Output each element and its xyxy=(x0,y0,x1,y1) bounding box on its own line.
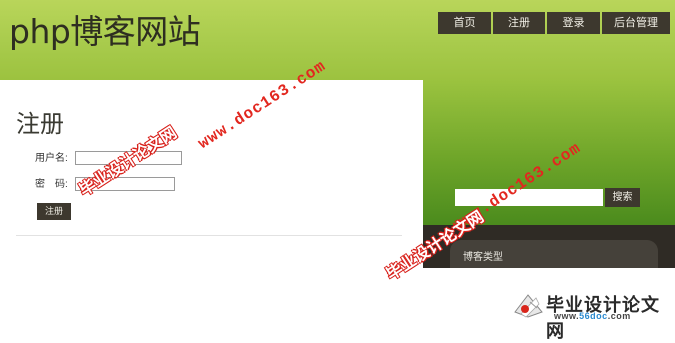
site-logo: 毕业设计论文网 www.56doc.com xyxy=(510,290,670,342)
divider xyxy=(16,235,402,236)
logo-icon xyxy=(514,294,543,318)
logo-url-suffix: .com xyxy=(607,311,631,321)
search-input[interactable] xyxy=(455,189,603,206)
search-button[interactable]: 搜索 xyxy=(605,188,640,207)
main-nav: 首页 注册 登录 后台管理 xyxy=(438,12,670,34)
logo-url-prefix: www. xyxy=(554,311,580,321)
username-label: 用户名: xyxy=(35,153,68,164)
nav-home[interactable]: 首页 xyxy=(438,12,491,34)
username-field[interactable] xyxy=(75,151,182,165)
category-title: 博客类型 xyxy=(463,252,503,263)
logo-url-domain: 56doc xyxy=(579,311,608,321)
password-label: 密 码: xyxy=(35,179,68,190)
nav-register[interactable]: 注册 xyxy=(493,12,545,34)
category-box: 博客类型 xyxy=(450,240,658,268)
register-button[interactable]: 注册 xyxy=(37,203,71,220)
site-title: php博客网站 xyxy=(9,12,201,51)
nav-admin[interactable]: 后台管理 xyxy=(602,12,670,34)
register-panel xyxy=(0,80,423,256)
logo-url: www.56doc.com xyxy=(554,311,631,321)
password-field[interactable] xyxy=(75,177,175,191)
page-title: 注册 xyxy=(16,110,64,138)
nav-login[interactable]: 登录 xyxy=(547,12,600,34)
